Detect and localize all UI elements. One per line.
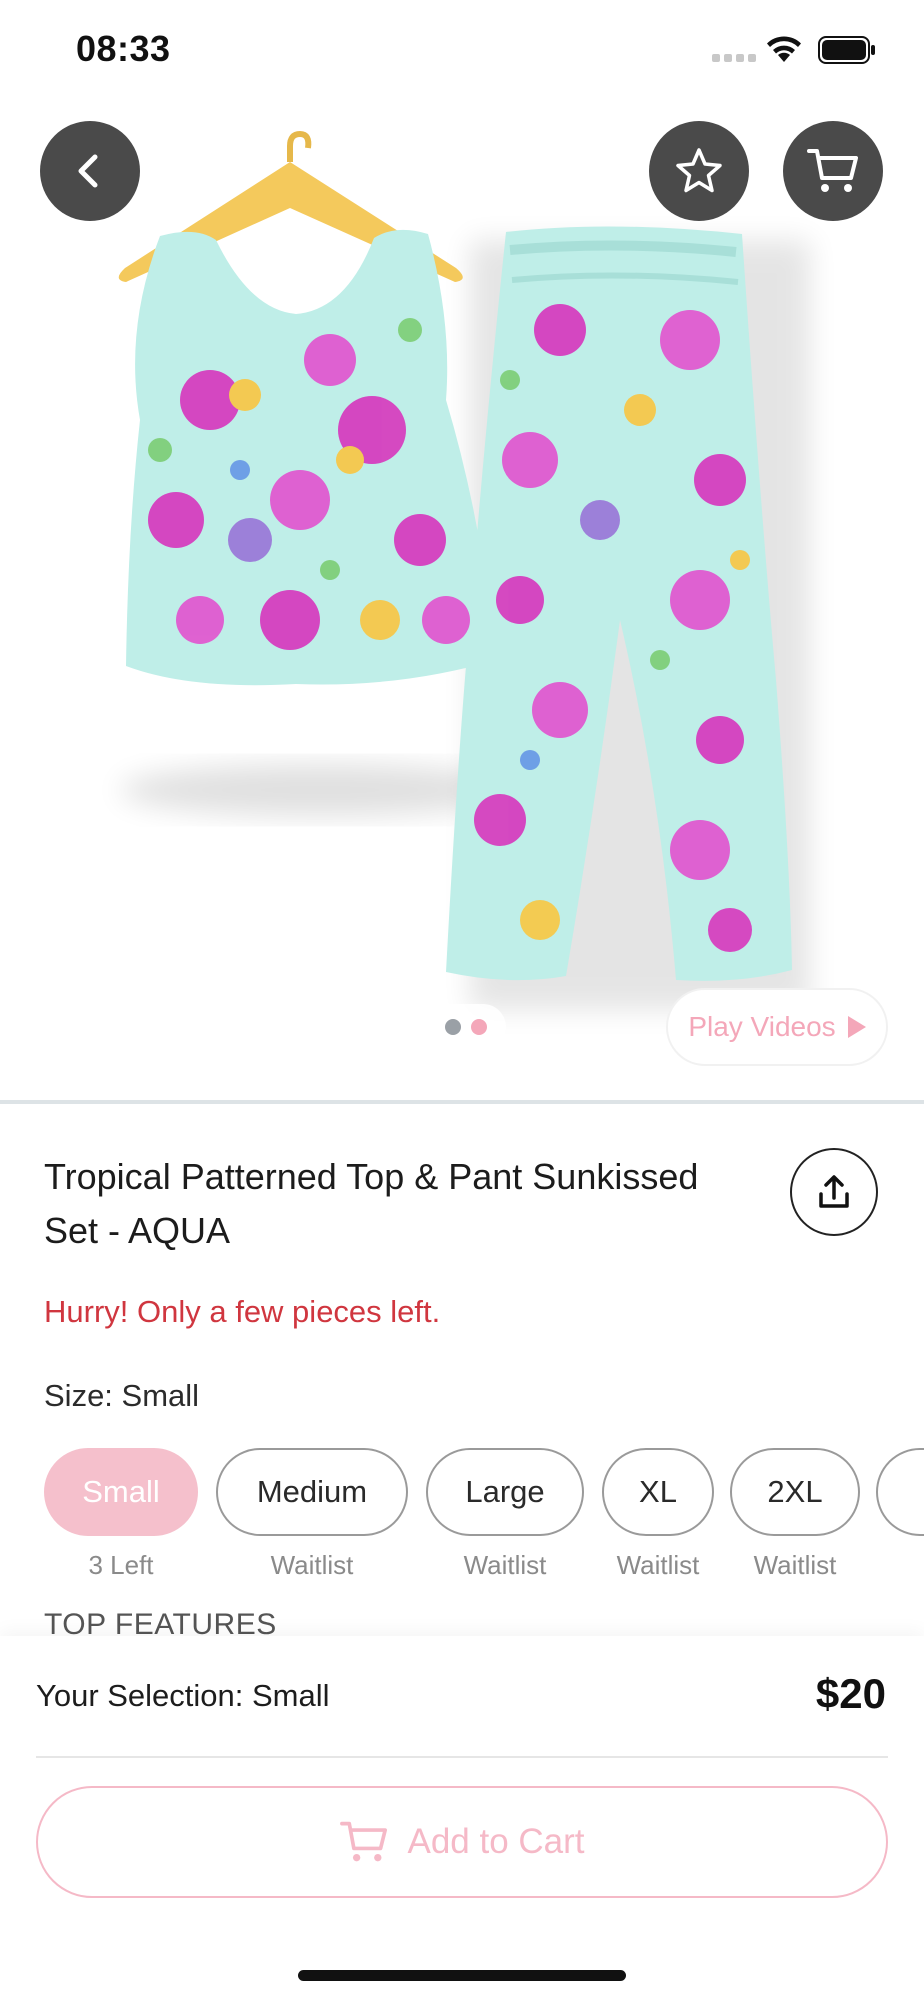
play-icon [847,1016,866,1038]
battery-icon [818,36,875,64]
status-bar: 08:33 [0,0,924,100]
pager-dot[interactable] [445,1019,461,1035]
size-pill[interactable]: Small [44,1448,198,1536]
selection-summary: Your Selection: Small [36,1678,330,1713]
size-option-xl[interactable]: XL Waitlist [602,1448,714,1581]
chevron-left-icon [78,154,98,188]
purchase-bar: Your Selection: Small $20 Add to Cart [0,1636,924,2000]
divider [0,1100,924,1104]
size-option-2xl[interactable]: 2XL Waitlist [730,1448,860,1581]
play-videos-label: Play Videos [688,1011,836,1042]
product-image-carousel[interactable]: Play Videos [0,100,924,1100]
pager-dot-active[interactable] [471,1019,487,1035]
cart-icon [807,149,858,192]
share-button[interactable] [790,1148,878,1236]
play-videos-button[interactable]: Play Videos [666,988,888,1066]
size-pill[interactable] [876,1448,924,1536]
size-pill[interactable]: Medium [216,1448,408,1536]
stock-warning: Hurry! Only a few pieces left. [44,1294,441,1329]
status-time: 08:33 [76,28,171,69]
size-option-medium[interactable]: Medium Waitlist [216,1448,408,1581]
size-availability: Waitlist [463,1550,547,1580]
share-icon [819,1175,849,1208]
wifi-icon [767,36,801,62]
favorite-button[interactable] [649,121,749,221]
signal-icon [712,54,756,62]
size-availability: 3 Left [88,1550,154,1580]
size-selector: Small 3 Left Medium Waitlist Large Waitl… [44,1448,924,1588]
size-option-more[interactable] [876,1448,924,1536]
size-availability: Waitlist [753,1550,837,1580]
star-icon [676,148,722,193]
image-pager[interactable] [426,1004,506,1050]
price: $20 [815,1670,886,1717]
size-availability: Waitlist [616,1550,700,1580]
size-option-large[interactable]: Large Waitlist [426,1448,584,1581]
divider [36,1756,888,1758]
product-image [118,130,810,1010]
home-indicator[interactable] [298,1970,626,1981]
size-pill[interactable]: XL [602,1448,714,1536]
size-label: Size: Small [44,1378,200,1413]
size-availability: Waitlist [270,1550,354,1580]
add-to-cart-label: Add to Cart [407,1822,585,1861]
cart-button[interactable] [783,121,883,221]
size-option-small[interactable]: Small 3 Left [44,1448,198,1581]
product-title: Tropical Patterned Top & Pant Sunkissed … [44,1156,699,1251]
size-pill[interactable]: 2XL [730,1448,860,1536]
size-pill[interactable]: Large [426,1448,584,1536]
add-to-cart-button[interactable]: Add to Cart [36,1786,888,1898]
back-button[interactable] [40,121,140,221]
cart-icon [340,1821,388,1862]
